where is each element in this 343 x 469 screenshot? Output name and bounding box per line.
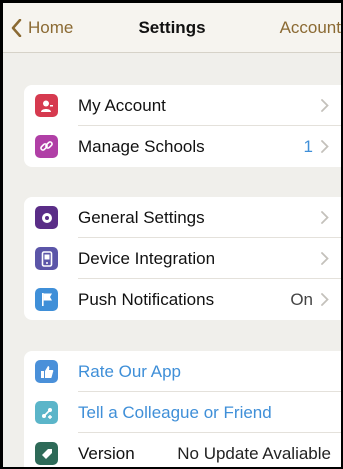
version-status: No Update Avaliable — [177, 444, 331, 463]
gear-icon — [35, 206, 58, 229]
push-notifications-status: On — [290, 290, 313, 309]
rate-app-label: Rate Our App — [78, 362, 182, 381]
my-account-row[interactable]: My Account — [24, 85, 341, 126]
device-integration-label: Device Integration — [78, 249, 216, 268]
my-account-label: My Account — [78, 96, 166, 115]
settings-group: General Settings Device Integration Push… — [24, 197, 341, 320]
push-notifications-label: Push Notifications — [78, 290, 215, 309]
rate-app-row[interactable]: Rate Our App — [24, 351, 341, 392]
navigation-bar: Home Settings Account — [3, 3, 341, 53]
share-icon — [35, 401, 58, 424]
chevron-right-icon — [321, 252, 329, 265]
account-button[interactable]: Account — [280, 18, 341, 38]
general-settings-row[interactable]: General Settings — [24, 197, 341, 238]
link-icon — [35, 135, 58, 158]
flag-icon — [35, 288, 58, 311]
chevron-right-icon — [321, 99, 329, 112]
tell-colleague-label: Tell a Colleague or Friend — [78, 403, 272, 422]
general-settings-label: General Settings — [78, 208, 205, 227]
chevron-right-icon — [321, 211, 329, 224]
thumbs-up-icon — [35, 360, 58, 383]
tell-colleague-row[interactable]: Tell a Colleague or Friend — [24, 392, 341, 433]
manage-schools-label: Manage Schools — [78, 137, 205, 156]
user-icon — [35, 94, 58, 117]
account-group: My Account Manage Schools 1 — [24, 85, 341, 167]
chevron-right-icon — [321, 140, 329, 153]
version-row: Version No Update Avaliable — [24, 433, 341, 467]
tag-icon — [35, 442, 58, 465]
device-integration-row[interactable]: Device Integration — [24, 238, 341, 279]
schools-count: 1 — [303, 137, 313, 156]
device-icon — [35, 247, 58, 270]
chevron-right-icon — [321, 293, 329, 306]
version-label: Version — [78, 444, 135, 463]
manage-schools-row[interactable]: Manage Schools 1 — [24, 126, 341, 167]
settings-screen: Home Settings Account My Account Manage … — [3, 3, 341, 467]
push-notifications-row[interactable]: Push Notifications On — [24, 279, 341, 320]
about-group: Rate Our App Tell a Colleague or Friend — [24, 351, 341, 467]
